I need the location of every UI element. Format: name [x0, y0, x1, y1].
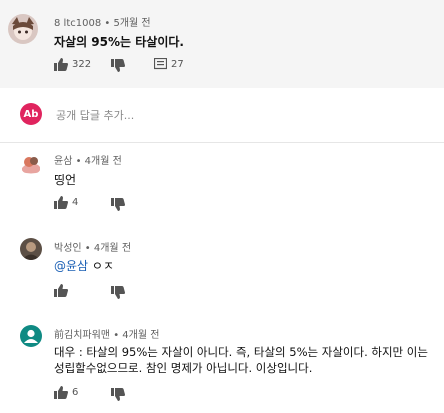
thumb-down-icon [111, 388, 125, 401]
parent-text: 자살의 95%는 타살이다. [54, 35, 184, 49]
reply-actions: 4 [54, 196, 154, 212]
thumb-down-icon [111, 59, 125, 72]
thumb-up-icon [54, 386, 68, 399]
parent-meta: 8 ltc1008 • 5개월 전 [54, 14, 151, 29]
reply-time[interactable]: 4개월 전 [122, 330, 159, 341]
thumb-up-icon [54, 58, 68, 71]
reply-time[interactable]: 4개월 전 [85, 156, 122, 167]
parent-time[interactable]: 5개월 전 [113, 18, 150, 29]
meta-separator: • [84, 243, 94, 254]
thumb-up-icon [54, 196, 68, 209]
meta-separator: • [113, 330, 123, 341]
reply-avatar[interactable] [20, 238, 42, 260]
reply-body: ㅇㅈ [91, 259, 115, 273]
reply-text-line1: 대우 : 타살의 95%는 자살이 아니다. 즉, 타살의 5%는 자살이다. … [54, 345, 428, 359]
reply-meta: 윤삼 • 4개월 전 [54, 152, 122, 167]
thumb-down-icon [111, 198, 125, 211]
user-avatar[interactable]: Ab [20, 103, 42, 125]
reply-text-line2: 성립할수없으므로. 참인 명제가 아닙니다. 이상입니다. [54, 361, 313, 375]
thumb-down-icon [111, 286, 125, 299]
reply-avatar[interactable] [20, 325, 42, 347]
parent-actions: 322 27 [54, 58, 254, 74]
divider [0, 142, 444, 143]
like-count: 6 [72, 387, 79, 398]
reply-meta: 박성인 • 4개월 전 [54, 239, 131, 254]
reply-count: 27 [171, 58, 184, 70]
thumb-up-icon [54, 284, 68, 297]
reply-actions: 6 [54, 386, 154, 402]
reply-actions [54, 284, 154, 300]
dislike-button[interactable] [111, 198, 125, 211]
parent-comment: 8 ltc1008 • 5개월 전 자살의 95%는 타살이다. 322 27 [0, 0, 444, 88]
like-button[interactable]: 6 [54, 386, 78, 399]
reply-comment-icon [154, 58, 167, 70]
like-count: 322 [72, 59, 92, 70]
reply-meta: 前김치파워맨 • 4개월 전 [54, 326, 159, 341]
reply-input[interactable]: 공개 답글 추가... [56, 107, 134, 123]
replies-button[interactable]: 27 [154, 58, 184, 70]
like-count: 4 [72, 197, 79, 208]
parent-author[interactable]: 8 ltc1008 [54, 18, 101, 29]
dislike-button[interactable] [111, 388, 125, 401]
like-button[interactable]: 4 [54, 196, 78, 209]
like-button[interactable] [54, 284, 72, 297]
reply-author[interactable]: 박성인 [54, 243, 82, 254]
meta-separator: • [75, 156, 85, 167]
parent-avatar[interactable] [8, 14, 38, 44]
reply-time[interactable]: 4개월 전 [94, 243, 131, 254]
reply-text: @윤삼 ㅇㅈ [54, 257, 114, 274]
reply-author[interactable]: 前김치파워맨 [54, 330, 110, 341]
like-button[interactable]: 322 [54, 58, 91, 71]
dislike-button[interactable] [111, 59, 125, 72]
reply-avatar[interactable] [20, 153, 42, 175]
reply-author[interactable]: 윤삼 [54, 156, 72, 167]
reply-text: 띵언 [54, 173, 77, 187]
mention-link[interactable]: @윤삼 [54, 259, 88, 273]
dislike-button[interactable] [111, 286, 125, 299]
